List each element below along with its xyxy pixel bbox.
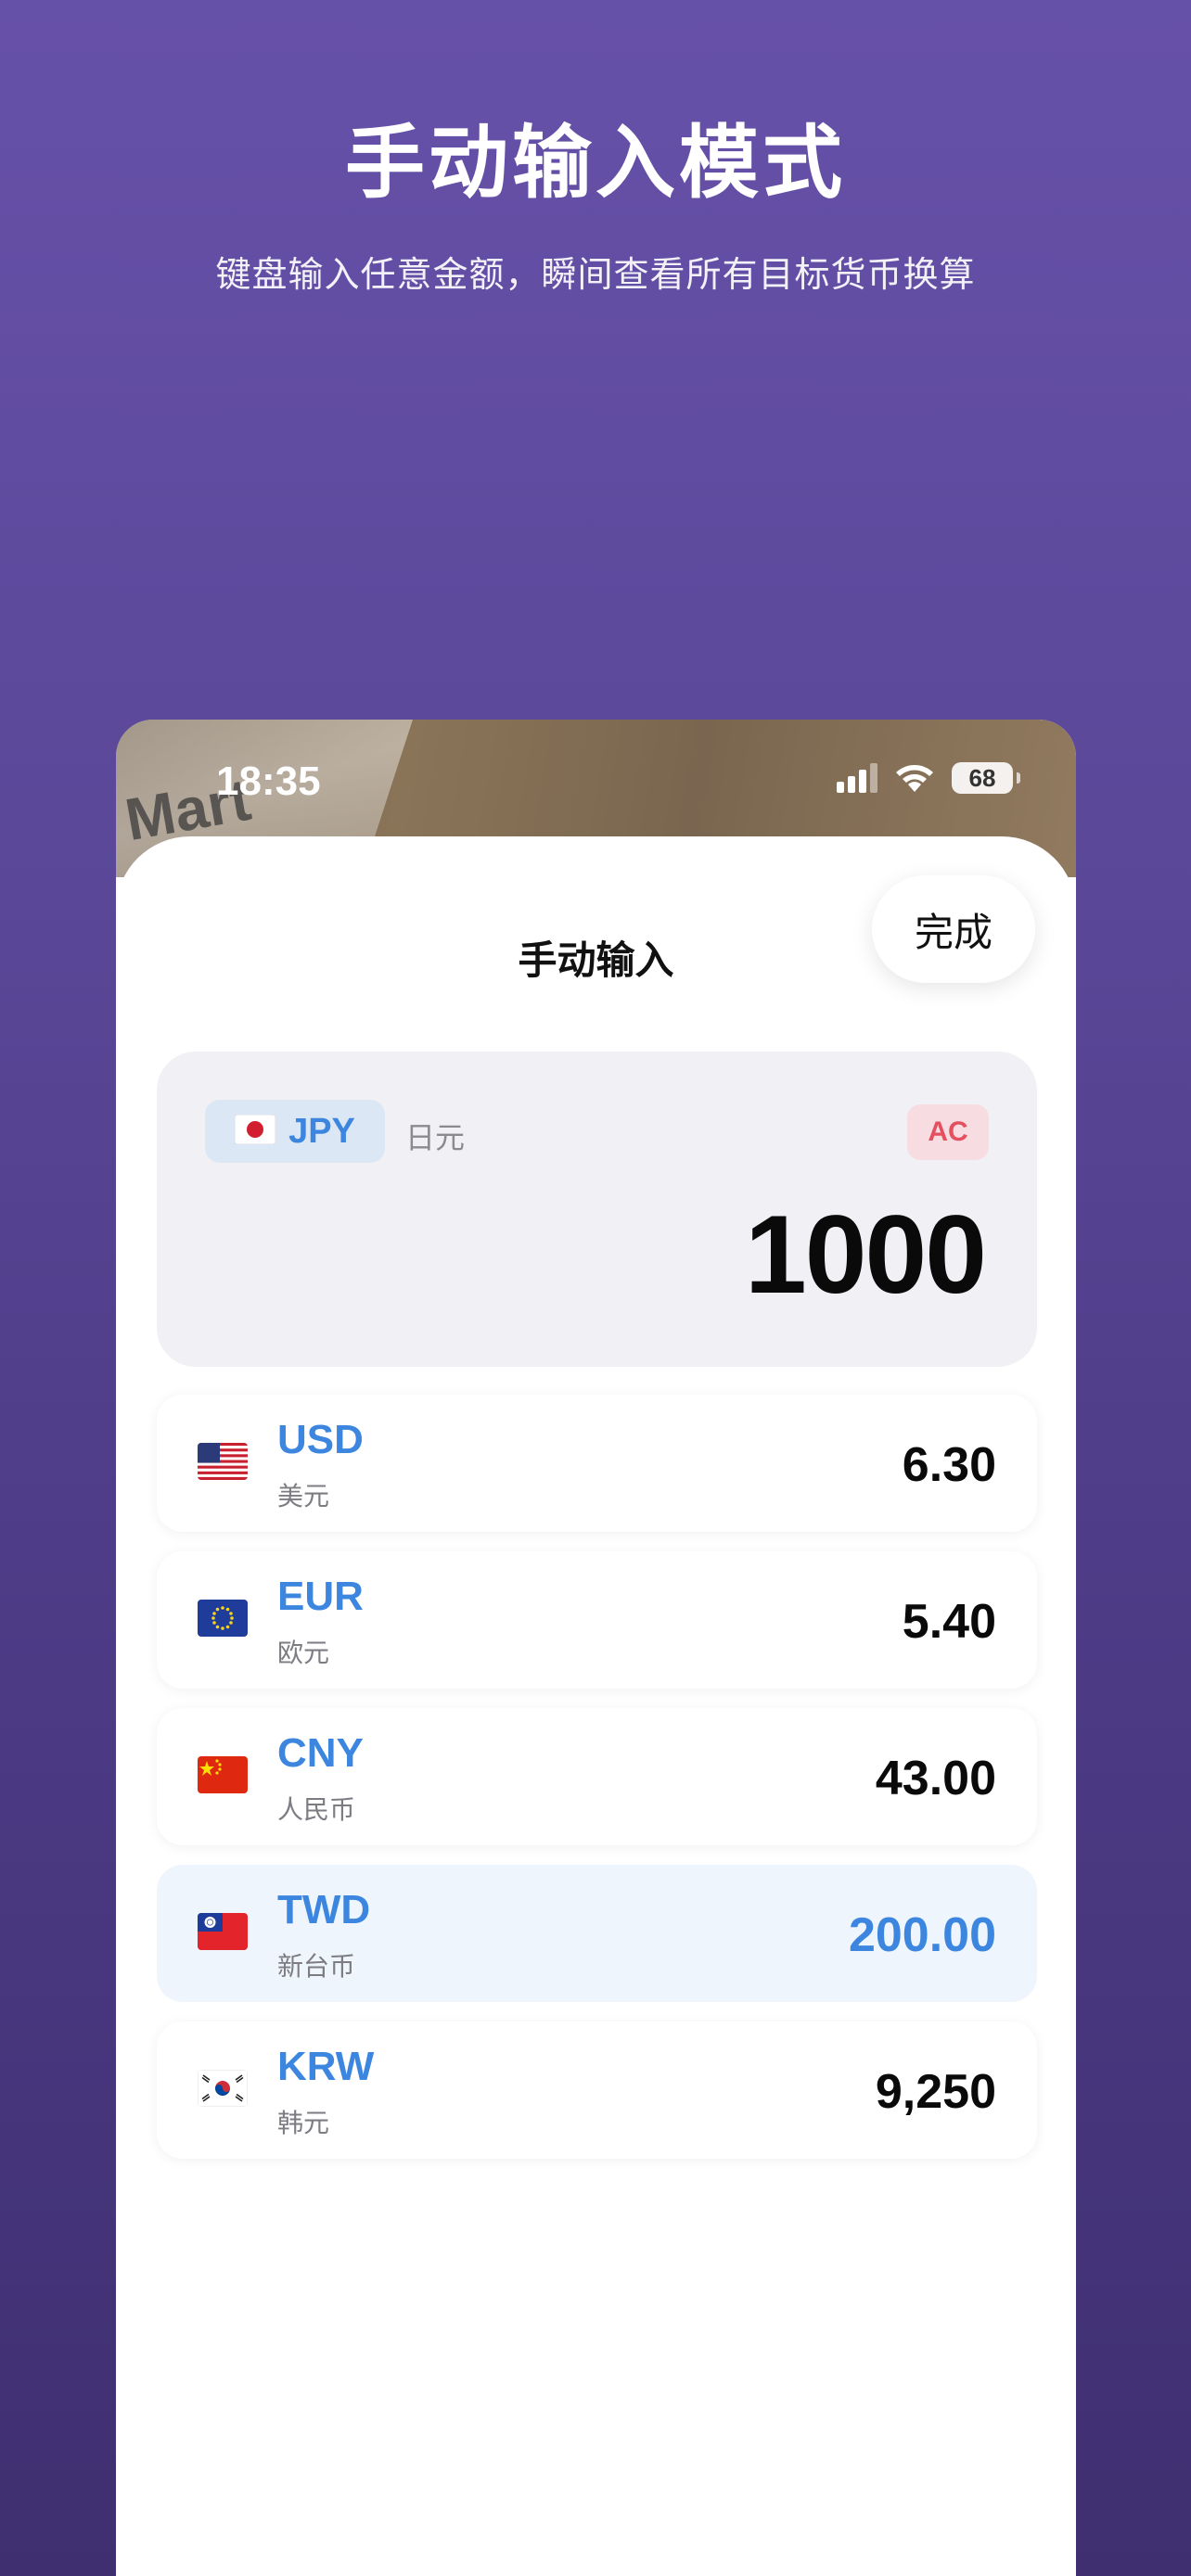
hero-title: 手动输入模式 [345, 117, 846, 210]
currency-code: KRW [277, 2044, 375, 2089]
currency-code: USD [277, 1417, 364, 1462]
amount-display: 1000 [745, 1192, 987, 1317]
conversion-row-eur[interactable]: EUR 欧元 5.40 [157, 1551, 1037, 1689]
hero-subtitle: 键盘输入任意金额，瞬间查看所有目标货币换算 [215, 254, 976, 295]
converted-value: 5.40 [902, 1595, 996, 1649]
conversion-row-twd[interactable]: TWD 新台币 200.00 [157, 1865, 1037, 2002]
done-button[interactable]: 完成 [872, 875, 1035, 983]
currency-code: EUR [277, 1574, 364, 1619]
currency-name: 美元 [277, 1481, 330, 1511]
eu-flag-icon [198, 1600, 248, 1637]
conversion-row-krw[interactable]: KRW 韩元 9,250 [157, 2021, 1037, 2159]
currency-name: 新台币 [277, 1951, 356, 1982]
wifi-icon [894, 762, 935, 794]
currency-name: 欧元 [277, 1638, 330, 1668]
china-flag-icon [198, 1756, 248, 1793]
base-currency-code: JPY [288, 1111, 355, 1151]
status-time: 18:35 [216, 759, 321, 804]
currency-name: 人民币 [277, 1794, 356, 1825]
converted-value: 200.00 [848, 1908, 996, 1962]
phone-screen: Mart 18:35 68 手动输入 完成 JPY 日元 AC 1000 USD… [116, 720, 1076, 2576]
amount-input-card[interactable]: JPY 日元 AC 1000 [157, 1052, 1037, 1367]
base-currency-selector[interactable]: JPY [205, 1100, 385, 1163]
battery-icon: 68 [952, 762, 1020, 794]
conversion-list: USD 美元 6.30 EUR 欧元 5.40 CNY 人民币 43.00 TW… [157, 1395, 1037, 2178]
taiwan-flag-icon [198, 1913, 248, 1950]
conversion-row-cny[interactable]: CNY 人民币 43.00 [157, 1708, 1037, 1845]
korea-flag-icon [198, 2070, 248, 2107]
status-icons: 68 [837, 762, 1020, 794]
usa-flag-icon [198, 1443, 248, 1480]
cellular-signal-icon [837, 763, 877, 793]
japan-flag-icon [234, 1114, 276, 1148]
converted-value: 6.30 [902, 1438, 996, 1492]
base-currency-name: 日元 [405, 1120, 466, 1155]
manual-input-sheet: 手动输入 完成 JPY 日元 AC 1000 USD 美元 6.30 EUR 欧… [116, 836, 1076, 2576]
converted-value: 9,250 [875, 2065, 996, 2119]
currency-code: TWD [277, 1887, 371, 1932]
clear-button[interactable]: AC [907, 1104, 989, 1160]
currency-name: 韩元 [277, 2108, 330, 2138]
converted-value: 43.00 [875, 1752, 996, 1805]
conversion-row-usd[interactable]: USD 美元 6.30 [157, 1395, 1037, 1532]
currency-code: CNY [277, 1730, 364, 1776]
